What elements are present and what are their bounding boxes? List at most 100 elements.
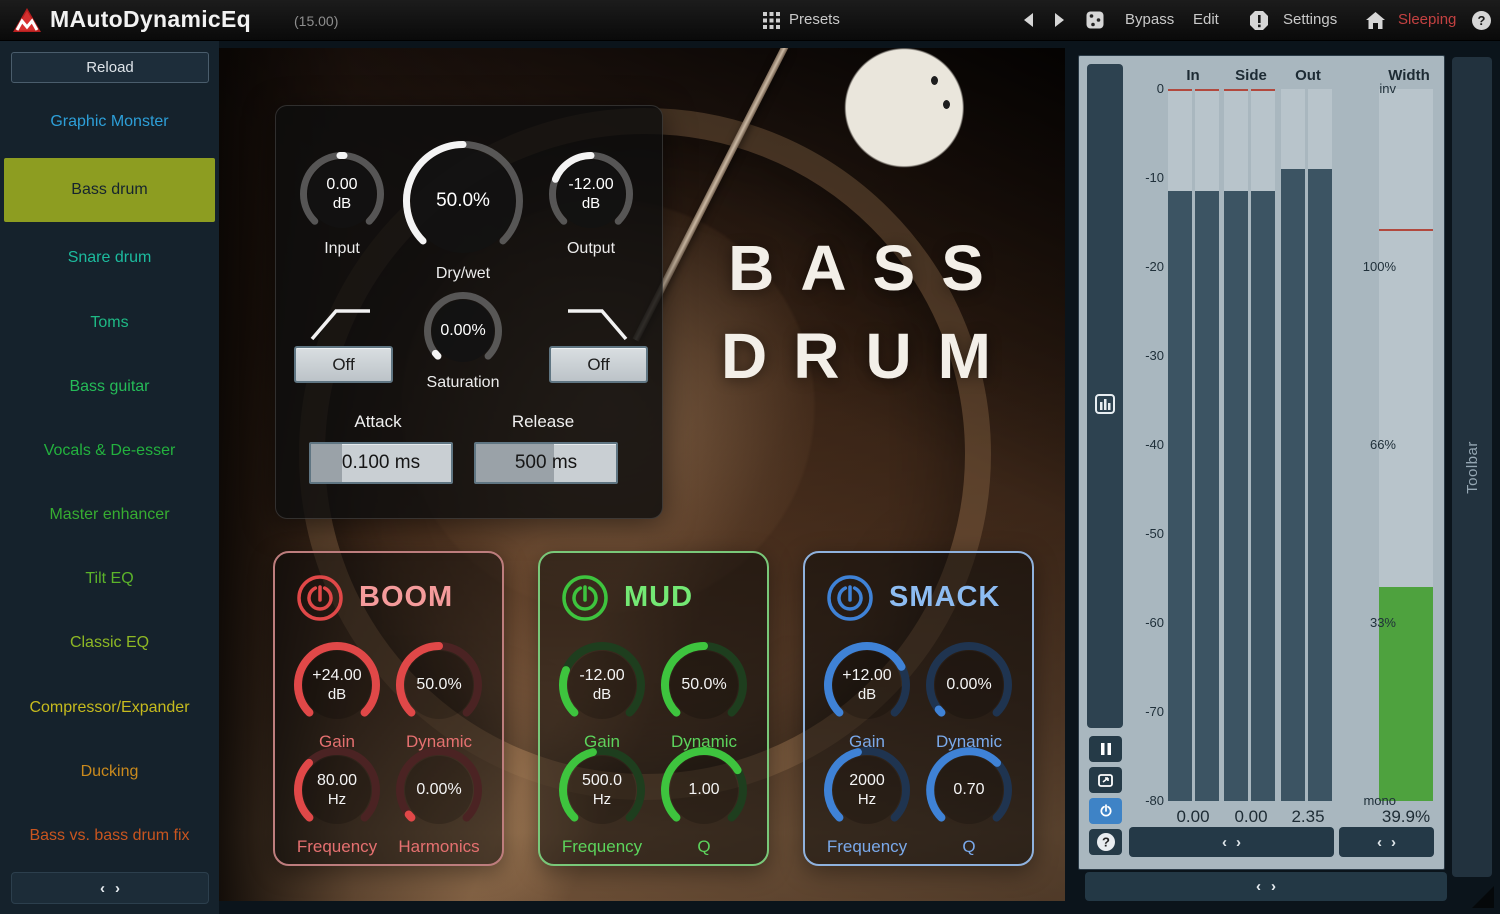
presets-grid-icon[interactable]: [763, 0, 780, 40]
band-power-icon[interactable]: [825, 573, 875, 623]
db-scale-label: -10: [1119, 170, 1164, 185]
mud-frequency-knob[interactable]: 500.0HzFrequency: [558, 746, 646, 834]
sidebar-item-ducking[interactable]: Ducking: [0, 740, 219, 804]
band-panel-boom: BOOM +24.00dBGain50.0%Dynamic80.00HzFrequ…: [273, 551, 504, 866]
pager-left-icon[interactable]: ‹: [100, 880, 105, 897]
band-title: SMACK: [889, 581, 1000, 614]
release-slider[interactable]: 500 ms: [474, 442, 618, 484]
boom-gain-knob[interactable]: +24.00dBGain: [293, 641, 381, 729]
lowpass-off-button[interactable]: Off: [549, 346, 648, 383]
meter-help-button[interactable]: ?: [1089, 829, 1122, 855]
band-power-icon[interactable]: [295, 573, 345, 623]
smack-dynamic-knob[interactable]: 0.00%Dynamic: [925, 641, 1013, 729]
meter-bar-side: [1224, 89, 1248, 801]
db-scale-label: -40: [1119, 437, 1164, 452]
sidebar-item-tilt-eq[interactable]: Tilt EQ: [0, 547, 219, 611]
settings-button[interactable]: Settings: [1283, 11, 1337, 28]
sidebar-item-compressor-expander[interactable]: Compressor/Expander: [0, 676, 219, 740]
home-icon[interactable]: [1366, 0, 1385, 40]
analyzer-icon[interactable]: [1095, 394, 1115, 414]
band-panel-mud: MUD -12.00dBGain50.0%Dynamic500.0HzFreque…: [538, 551, 769, 866]
toolbar-label: Toolbar: [1464, 441, 1481, 494]
smack-frequency-knob[interactable]: 2000HzFrequency: [823, 746, 911, 834]
input-gain-knob[interactable]: 0.00dBInput: [299, 151, 385, 237]
output-gain-knob[interactable]: -12.00dBOutput: [548, 151, 634, 237]
meter-header-side: Side: [1226, 67, 1276, 84]
boom-harmonics-knob[interactable]: 0.00%Harmonics: [395, 746, 483, 834]
meter-bar-side: [1251, 89, 1275, 801]
highpass-off-button[interactable]: Off: [294, 346, 393, 383]
pager-right-icon[interactable]: ›: [115, 880, 120, 897]
meters-enable-button[interactable]: [1089, 798, 1122, 824]
width-scale-label: 66%: [1331, 437, 1396, 452]
bottom-scrollbar[interactable]: ‹ ›: [1085, 872, 1447, 901]
sleeping-status[interactable]: Sleeping: [1398, 11, 1456, 28]
width-scale-label: 33%: [1331, 615, 1396, 630]
boom-dynamic-knob[interactable]: 50.0%Dynamic: [395, 641, 483, 729]
mud-gain-knob[interactable]: -12.00dBGain: [558, 641, 646, 729]
boom-frequency-knob[interactable]: 80.00HzFrequency: [293, 746, 381, 834]
sidebar-item-master-enhancer[interactable]: Master enhancer: [0, 483, 219, 547]
db-scale-label: -20: [1119, 259, 1164, 274]
sidebar-item-classic-eq[interactable]: Classic EQ: [0, 611, 219, 675]
meter-value-out: 2.35: [1273, 807, 1343, 827]
smack-gain-knob[interactable]: +12.00dBGain: [823, 641, 911, 729]
svg-text:?: ?: [1478, 13, 1486, 28]
attack-slider[interactable]: 0.100 ms: [309, 442, 453, 484]
db-scale-label: -30: [1119, 348, 1164, 363]
highpass-filter-icon: [308, 299, 374, 343]
smack-q-knob[interactable]: 0.70Q: [925, 746, 1013, 834]
sidebar-item-vocals-de-esser[interactable]: Vocals & De-esser: [0, 419, 219, 483]
global-settings-panel: 0.00dBInput 50.0%Dry/wet -12.00dBOutput …: [275, 105, 663, 519]
presets-button[interactable]: Presets: [789, 11, 840, 28]
sidebar-item-bass-guitar[interactable]: Bass guitar: [0, 355, 219, 419]
meter-scrollbar-main[interactable]: ‹›: [1129, 827, 1334, 857]
mud-dynamic-knob[interactable]: 50.0%Dynamic: [660, 641, 748, 729]
toolbar-strip[interactable]: Toolbar: [1452, 57, 1492, 877]
preset-list: Graphic MonsterBass drumSnare drumTomsBa…: [0, 90, 219, 868]
next-preset-icon[interactable]: [1054, 0, 1064, 40]
preset-sidebar: Reload Graphic MonsterBass drumSnare dru…: [0, 40, 219, 914]
sidebar-item-bass-vs-bass-drum-fix[interactable]: Bass vs. bass drum fix: [0, 804, 219, 868]
meter-bar-out: [1308, 89, 1332, 801]
meter-header-in: In: [1168, 67, 1218, 84]
meter-panel: InSideOutWidth0-10-20-30-40-50-60-70-800…: [1078, 55, 1445, 870]
sidebar-item-toms[interactable]: Toms: [0, 291, 219, 355]
attack-value: 0.100 ms: [311, 444, 451, 482]
meter-bar-out: [1281, 89, 1305, 801]
db-scale-label: 0: [1119, 81, 1164, 96]
meter-header-out: Out: [1283, 67, 1333, 84]
previous-preset-icon[interactable]: [1024, 0, 1034, 40]
dry-wet-knob[interactable]: 50.0%Dry/wet: [402, 140, 524, 262]
random-preset-dice-icon[interactable]: [1086, 0, 1104, 40]
app-version: (15.00): [294, 13, 338, 29]
mud-q-knob[interactable]: 1.00Q: [660, 746, 748, 834]
band-title: BOOM: [359, 581, 453, 614]
sidebar-pager[interactable]: ‹ ›: [11, 872, 209, 904]
saturation-knob[interactable]: 0.00%Saturation: [423, 291, 503, 371]
sidebar-item-bass-drum[interactable]: Bass drum: [4, 158, 215, 222]
knob-label: Dry/wet: [363, 265, 563, 283]
sidebar-item-snare-drum[interactable]: Snare drum: [0, 226, 219, 290]
release-label: Release: [443, 412, 643, 432]
band-power-icon[interactable]: [560, 573, 610, 623]
db-scale-label: -60: [1119, 615, 1164, 630]
help-icon[interactable]: ?: [1472, 0, 1491, 40]
warning-icon[interactable]: [1250, 0, 1268, 40]
edit-button[interactable]: Edit: [1193, 11, 1219, 28]
hero-line-2: DRUM: [599, 312, 1065, 400]
sidebar-item-graphic-monster[interactable]: Graphic Monster: [0, 90, 219, 154]
resize-handle[interactable]: [1472, 886, 1494, 908]
reload-button[interactable]: Reload: [11, 52, 209, 83]
scroll-left-icon: ‹: [1256, 878, 1261, 895]
meter-scrollbar-width[interactable]: ‹›: [1339, 827, 1434, 857]
band-title: MUD: [624, 581, 693, 614]
db-scale-label: -50: [1119, 526, 1164, 541]
hero-text: BASS DRUM: [599, 224, 1065, 400]
meter-side-strip[interactable]: [1087, 64, 1123, 728]
popout-meters-button[interactable]: [1089, 767, 1122, 793]
melda-logo-icon: [12, 7, 42, 33]
svg-text:?: ?: [1102, 835, 1110, 850]
bypass-button[interactable]: Bypass: [1125, 11, 1174, 28]
pause-meters-button[interactable]: [1089, 736, 1122, 762]
